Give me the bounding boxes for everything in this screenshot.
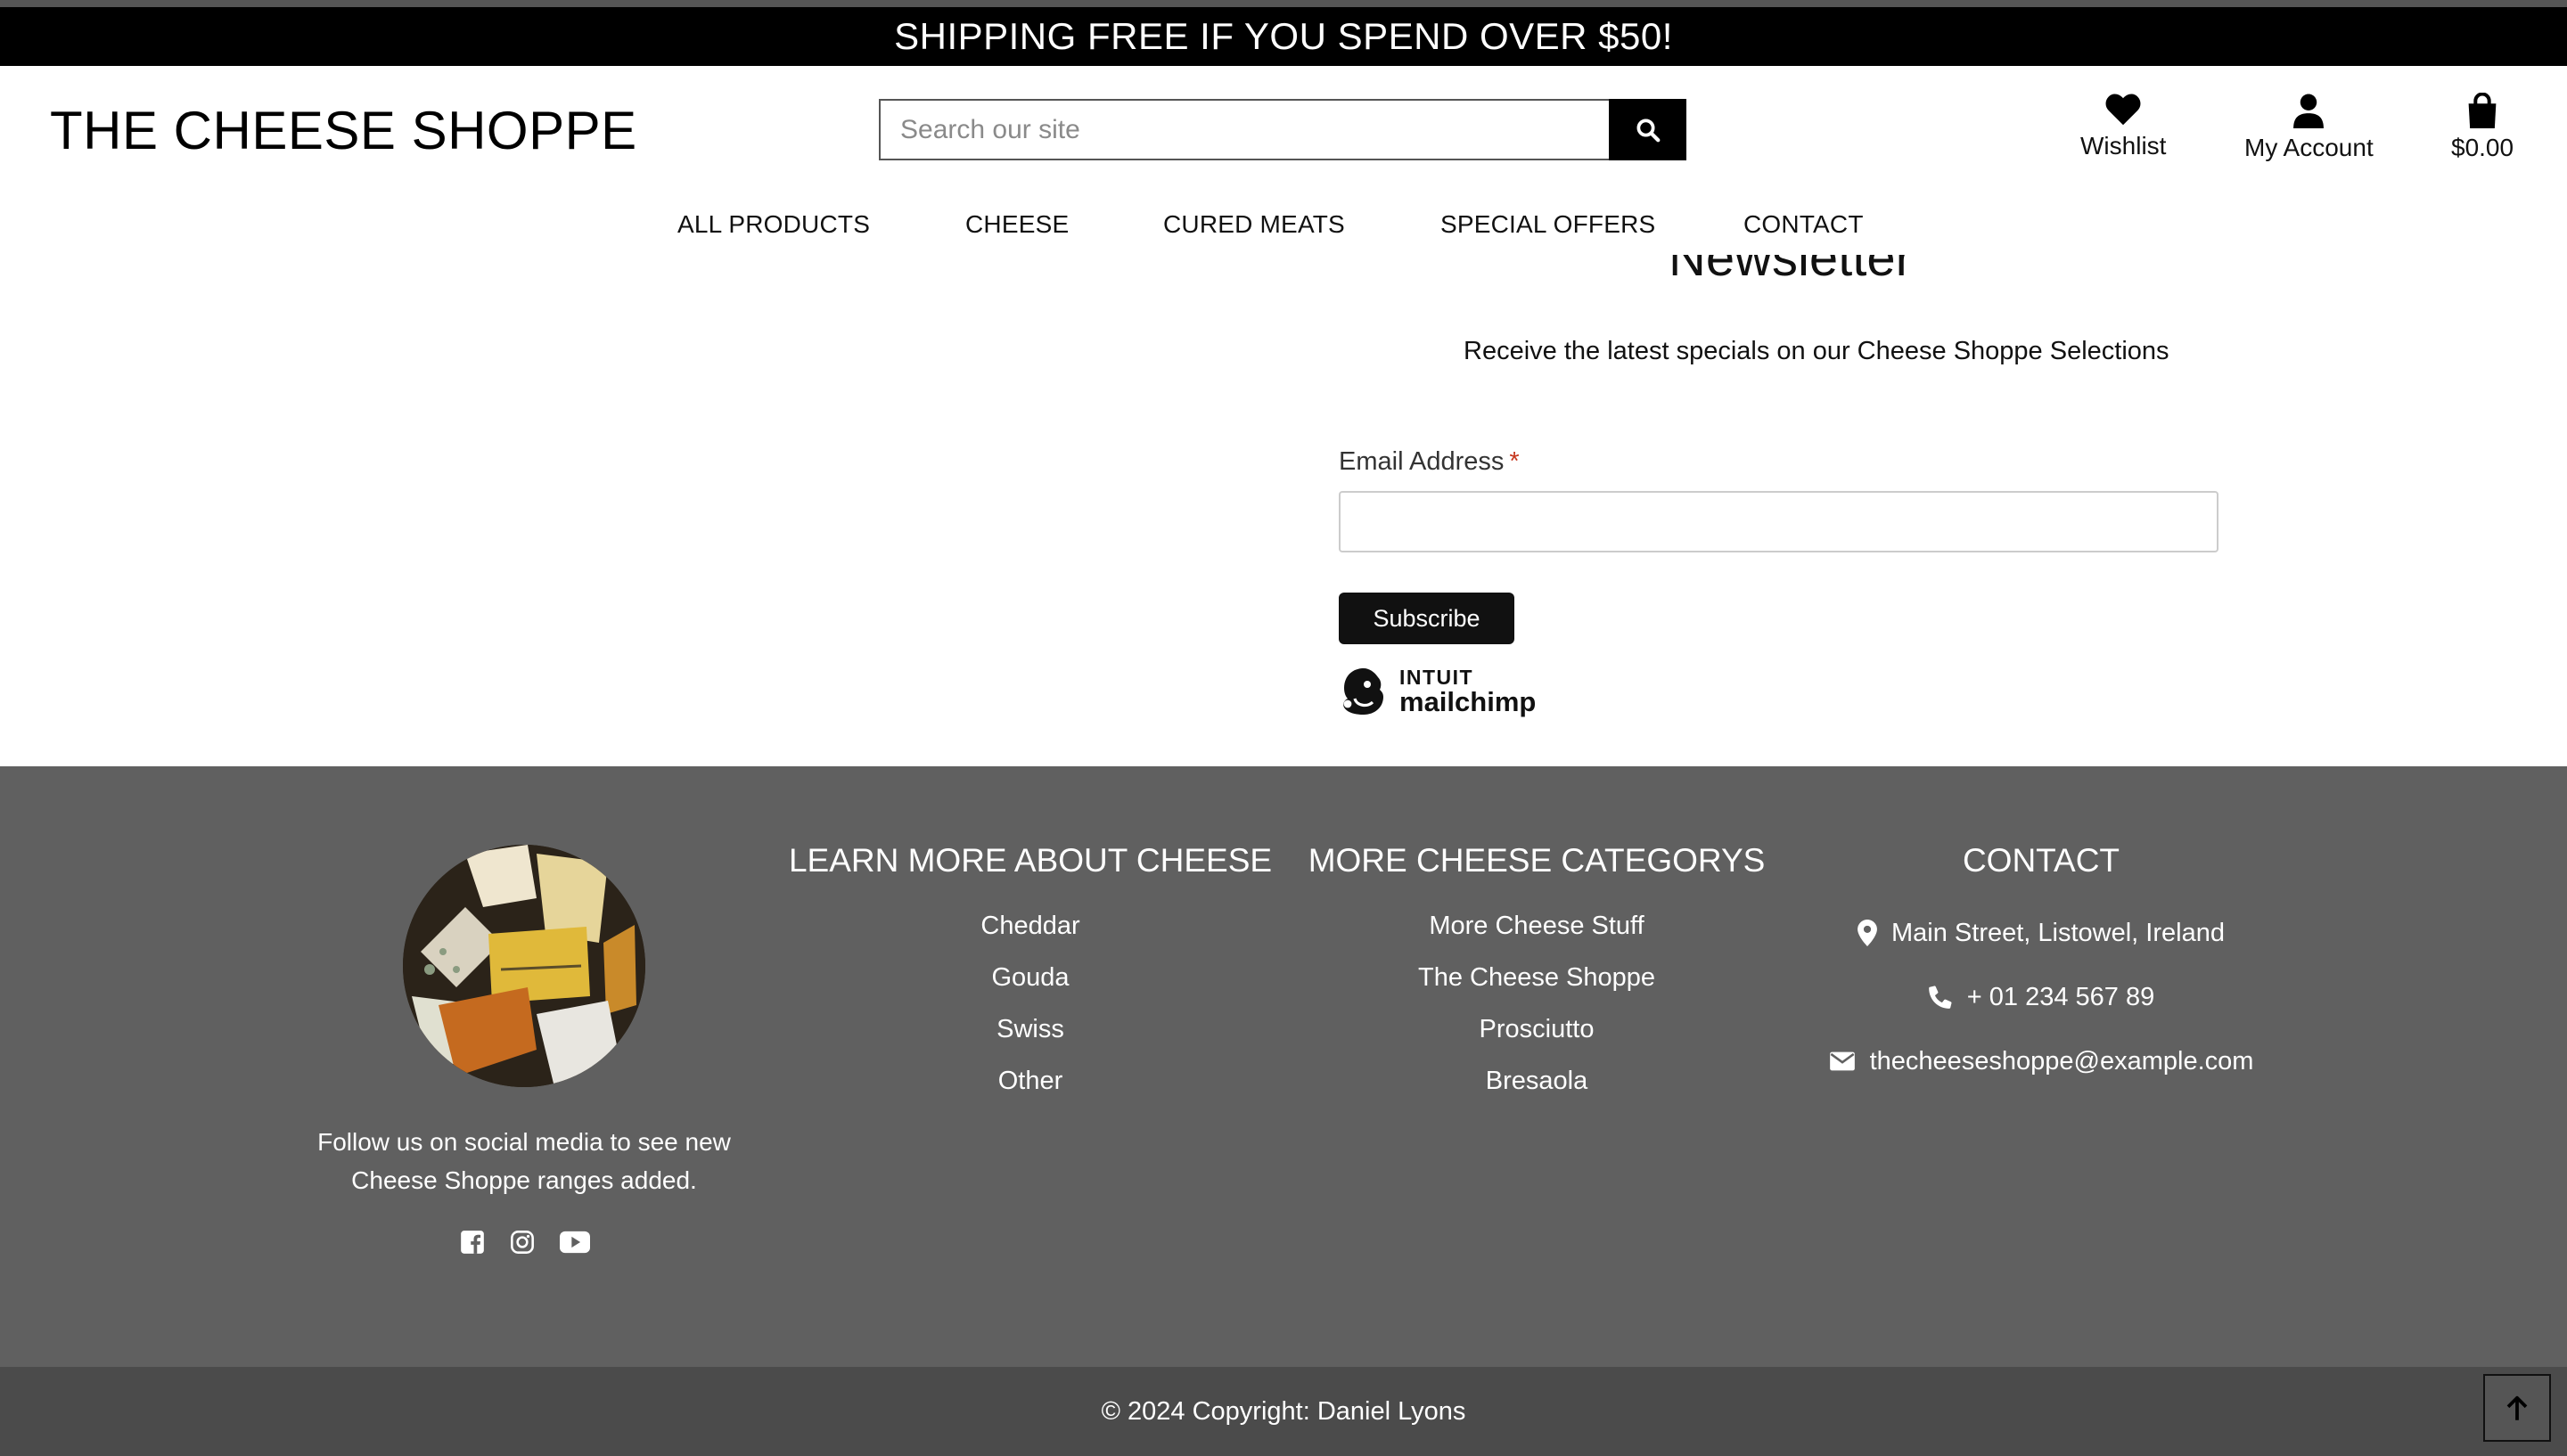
shopping-bag-icon xyxy=(2468,93,2497,128)
nav-cheese[interactable]: CHEESE xyxy=(965,210,1069,239)
learn-more-heading: LEARN MORE ABOUT CHEESE xyxy=(788,842,1273,879)
facebook-icon[interactable] xyxy=(460,1230,485,1259)
arrow-up-icon xyxy=(2506,1395,2528,1420)
search-form xyxy=(879,99,1686,160)
categories-column: MORE CHEESE CATEGORYS More Cheese Stuff … xyxy=(1305,842,1768,1118)
email-label-text: Email Address xyxy=(1339,447,1505,476)
phone-icon xyxy=(1928,986,1952,1009)
wishlist-label: Wishlist xyxy=(2080,132,2167,160)
footer-link-gouda[interactable]: Gouda xyxy=(784,963,1276,1015)
user-icon xyxy=(2293,94,2325,128)
email-field[interactable] xyxy=(1339,491,2218,552)
footer-link-the-cheese-shoppe[interactable]: The Cheese Shoppe xyxy=(1305,963,1768,1015)
subscribe-button[interactable]: Subscribe xyxy=(1339,593,1514,644)
my-account-label: My Account xyxy=(2244,134,2374,161)
heart-icon xyxy=(2105,94,2141,126)
search-input[interactable] xyxy=(879,99,1609,160)
footer-link-more-cheese-stuff[interactable]: More Cheese Stuff xyxy=(1305,912,1768,963)
wishlist-link[interactable]: Wishlist xyxy=(2080,93,2166,160)
instagram-icon[interactable] xyxy=(510,1230,535,1259)
nav-contact[interactable]: CONTACT xyxy=(1743,210,1864,239)
search-icon xyxy=(1636,119,1660,142)
follow-text: Follow us on social media to see new Che… xyxy=(317,1128,731,1194)
shipping-banner-text: SHIPPING FREE IF YOU SPEND OVER $50! xyxy=(894,15,1673,57)
contact-heading: CONTACT xyxy=(1962,842,2120,879)
copyright-text: © 2024 Copyright: Daniel Lyons xyxy=(1101,1396,1466,1426)
envelope-icon xyxy=(1829,1051,1855,1071)
main-nav: ALL PRODUCTS CHEESE CURED MEATS SPECIAL … xyxy=(0,200,2567,255)
contact-address-text: Main Street, Listowel, Ireland xyxy=(1891,918,2225,947)
newsletter-subtitle: Receive the latest specials on our Chees… xyxy=(1464,337,2169,365)
map-marker-icon xyxy=(1858,920,1877,946)
learn-more-column: LEARN MORE ABOUT CHEESE Cheddar Gouda Sw… xyxy=(784,842,1276,1118)
youtube-icon[interactable] xyxy=(560,1231,590,1258)
back-to-top-button[interactable] xyxy=(2483,1374,2551,1442)
footer-link-cheddar[interactable]: Cheddar xyxy=(784,912,1276,963)
footer-link-other[interactable]: Other xyxy=(784,1067,1276,1118)
contact-phone[interactable]: + 01 234 567 89 xyxy=(1792,965,2291,1029)
nav-all-products[interactable]: ALL PRODUCTS xyxy=(677,210,870,239)
cart-total: $0.00 xyxy=(2451,134,2514,161)
copyright-bar: © 2024 Copyright: Daniel Lyons xyxy=(0,1367,2567,1456)
mailchimp-text: mailchimp xyxy=(1399,686,1537,717)
search-button[interactable] xyxy=(1609,99,1686,160)
contact-phone-text: + 01 234 567 89 xyxy=(1966,982,2155,1011)
categories-heading: MORE CHEESE CATEGORYS xyxy=(1308,842,1766,879)
required-asterisk: * xyxy=(1509,447,1520,476)
newsletter-section: Newsletter Receive the latest specials o… xyxy=(0,255,2567,766)
footer-link-swiss[interactable]: Swiss xyxy=(784,1015,1276,1067)
newsletter-title: Newsletter xyxy=(1669,255,1913,287)
site-header: THE CHEESE SHOPPE Wishlist My Account $0… xyxy=(0,66,2567,200)
nav-special-offers[interactable]: SPECIAL OFFERS xyxy=(1440,210,1655,239)
contact-email[interactable]: thecheeseshoppe@example.com xyxy=(1792,1029,2291,1093)
contact-email-text: thecheeseshoppe@example.com xyxy=(1869,1046,2254,1076)
cart-link[interactable]: $0.00 xyxy=(2451,93,2514,162)
site-logo[interactable]: THE CHEESE SHOPPE xyxy=(50,100,637,161)
mailchimp-logo-icon xyxy=(1343,668,1383,715)
nav-cured-meats[interactable]: CURED MEATS xyxy=(1163,210,1345,239)
social-links xyxy=(460,1230,590,1259)
contact-address: Main Street, Listowel, Ireland xyxy=(1792,901,2291,965)
shipping-banner: SHIPPING FREE IF YOU SPEND OVER $50! xyxy=(0,0,2567,66)
footer-link-prosciutto[interactable]: Prosciutto xyxy=(1305,1015,1768,1067)
site-footer: Follow us on social media to see new Che… xyxy=(0,766,2567,1367)
footer-link-bresaola[interactable]: Bresaola xyxy=(1305,1067,1768,1118)
cheese-board-image xyxy=(403,845,645,1087)
email-label: Email Address * xyxy=(1339,447,1520,477)
intuit-text: INTUIT xyxy=(1399,666,1474,689)
mailchimp-badge[interactable]: INTUIT mailchimp xyxy=(1339,665,1536,718)
my-account-link[interactable]: My Account xyxy=(2244,93,2374,162)
contact-column: CONTACT Main Street, Listowel, Ireland +… xyxy=(1792,842,2291,1093)
